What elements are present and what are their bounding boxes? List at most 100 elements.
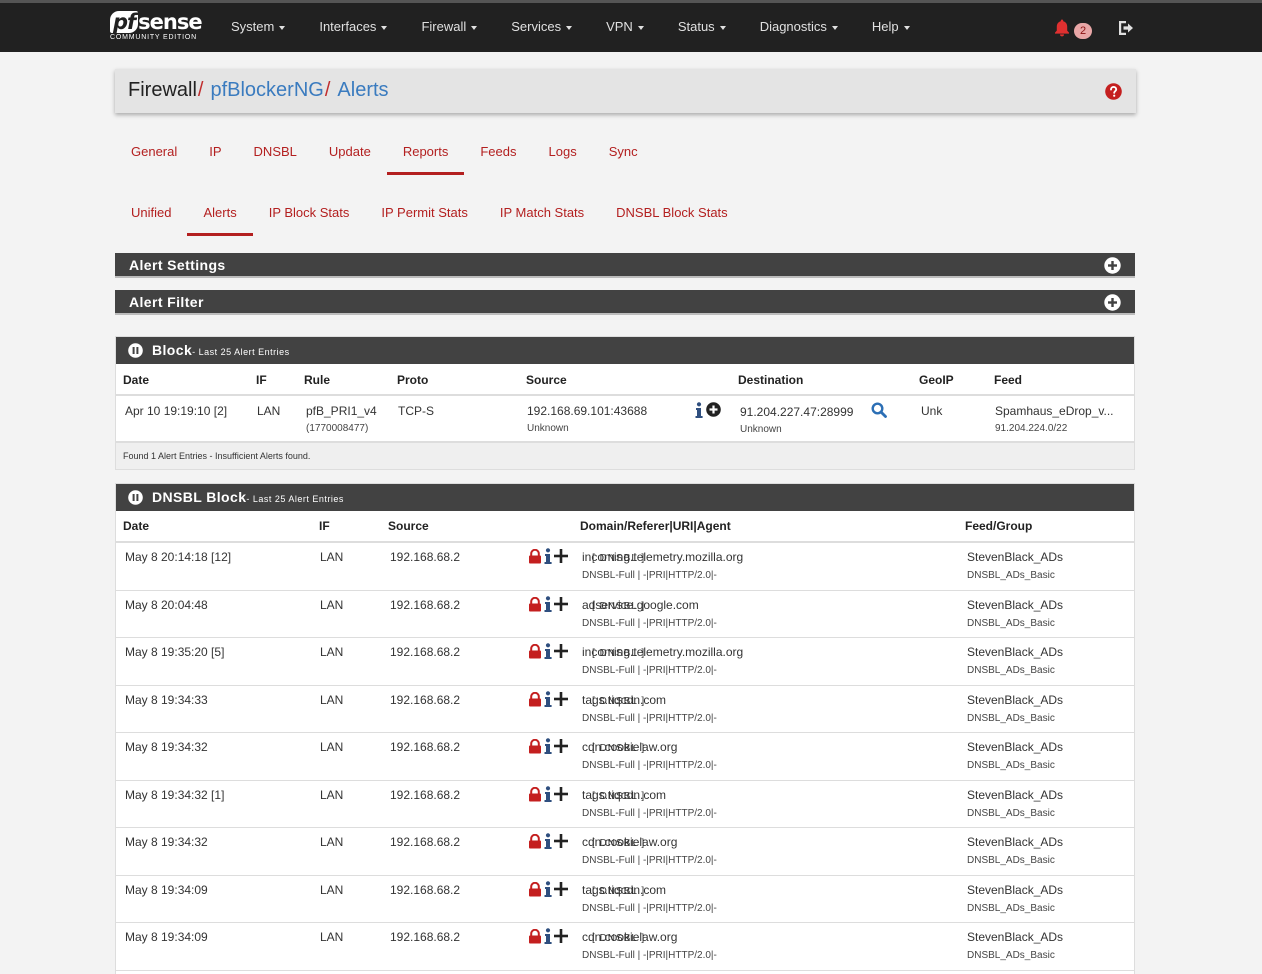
menu-firewall-label: Firewall	[421, 19, 467, 34]
lock-icon[interactable]	[528, 786, 542, 802]
menu-system[interactable]: System	[214, 3, 302, 52]
info-icon[interactable]	[544, 785, 552, 802]
plus-circle-icon[interactable]	[706, 402, 721, 417]
plus-icon[interactable]	[554, 834, 568, 848]
row-domain: tags.tiqcdn.com [ DNSBL ]	[582, 693, 666, 707]
plus-circle-icon[interactable]	[1104, 257, 1121, 274]
menu-diagnostics[interactable]: Diagnostics	[743, 3, 855, 52]
col-if[interactable]: IF	[319, 519, 330, 533]
col-date[interactable]: Date	[123, 373, 149, 387]
row-domain-name[interactable]: adservice.google.com	[582, 598, 699, 612]
lock-icon[interactable]	[528, 596, 542, 612]
col-rule[interactable]: Rule	[304, 373, 330, 387]
row-domain-name[interactable]: tags.tiqcdn.com	[582, 883, 666, 897]
menu-services[interactable]: Services	[494, 3, 589, 52]
plus-icon[interactable]	[554, 644, 568, 658]
tab-alerts[interactable]: Alerts	[187, 193, 253, 236]
plus-icon[interactable]	[554, 549, 568, 563]
info-icon[interactable]	[544, 548, 552, 564]
alert-settings-panel[interactable]: Alert Settings	[115, 253, 1135, 278]
tab-dnsbl-block-stats[interactable]: DNSBL Block Stats	[600, 193, 744, 233]
tab-reports[interactable]: Reports	[386, 132, 465, 175]
row-domain-name[interactable]: cdn.cookielaw.org	[582, 930, 677, 944]
plus-icon[interactable]	[554, 786, 568, 801]
row-domain-name[interactable]: tags.tiqcdn.com	[582, 693, 666, 707]
lock-icon[interactable]	[528, 739, 542, 754]
tab-update[interactable]: Update	[313, 132, 387, 172]
help-icon[interactable]	[1105, 83, 1122, 100]
col-if[interactable]: IF	[256, 373, 267, 387]
row-if: LAN	[320, 835, 344, 849]
info-icon[interactable]	[544, 880, 552, 897]
search-icon[interactable]	[871, 402, 887, 418]
col-proto[interactable]: Proto	[397, 373, 428, 387]
plus-icon[interactable]	[554, 739, 568, 753]
tab-feeds[interactable]: Feeds	[464, 132, 532, 172]
block-if: LAN	[257, 404, 281, 418]
table-row: May 8 19:34:32 [1] LAN 192.168.68.2 tags…	[116, 781, 1134, 828]
pfsense-logo[interactable]: pf sense COMMUNITY EDITION	[110, 11, 203, 41]
col-domain[interactable]: Domain/Referer|URI|Agent	[580, 519, 731, 533]
block-rule-id: (1770008477)	[306, 423, 369, 434]
row-domain-name[interactable]: incoming.telemetry.mozilla.org	[582, 550, 743, 564]
row-domain-name[interactable]: cdn.cookielaw.org	[582, 740, 677, 754]
menu-firewall[interactable]: Firewall	[404, 3, 494, 52]
col-feed[interactable]: Feed	[994, 373, 1022, 387]
menu-help-label: Help	[871, 19, 899, 34]
notification-count-badge: 2	[1074, 23, 1092, 39]
tab-ip-block-stats[interactable]: IP Block Stats	[253, 193, 366, 233]
breadcrumb-pfblockerng[interactable]: pfBlockerNG	[210, 79, 323, 101]
tab-ip-match-stats[interactable]: IP Match Stats	[484, 193, 600, 233]
plus-circle-icon[interactable]	[1104, 294, 1121, 311]
col-geoip[interactable]: GeoIP	[919, 373, 954, 387]
col-source[interactable]: Source	[388, 519, 429, 533]
lock-icon[interactable]	[528, 644, 542, 659]
info-icon[interactable]	[695, 402, 703, 418]
block-source: 192.168.69.101:43688	[527, 404, 648, 418]
menu-help[interactable]: Help	[855, 3, 927, 52]
block-alerts-panel: Block- Last 25 Alert Entries Date IF Rul…	[115, 336, 1135, 470]
menu-status[interactable]: Status	[661, 3, 743, 52]
lock-icon[interactable]	[528, 691, 542, 707]
notifications-button[interactable]: 2	[1054, 17, 1094, 39]
col-destination[interactable]: Destination	[738, 373, 803, 387]
logout-button[interactable]	[1118, 20, 1136, 38]
info-icon[interactable]	[544, 595, 552, 612]
tab-logs[interactable]: Logs	[533, 132, 593, 172]
col-source[interactable]: Source	[526, 373, 567, 387]
pause-icon[interactable]	[128, 343, 143, 358]
lock-icon[interactable]	[528, 549, 542, 564]
info-icon[interactable]	[544, 643, 552, 659]
plus-icon[interactable]	[554, 691, 568, 706]
info-icon[interactable]	[544, 738, 552, 754]
block-rule[interactable]: pfB_PRI1_v4	[306, 404, 377, 418]
plus-icon[interactable]	[554, 596, 568, 611]
lock-icon[interactable]	[528, 881, 542, 897]
info-icon[interactable]	[544, 928, 552, 944]
tab-general[interactable]: General	[115, 132, 193, 172]
info-icon[interactable]	[544, 833, 552, 849]
breadcrumb-panel: Firewall/pfBlockerNG/Alerts	[115, 69, 1136, 113]
tab-sync[interactable]: Sync	[593, 132, 654, 172]
row-domain-name[interactable]: incoming.telemetry.mozilla.org	[582, 645, 743, 659]
lock-icon[interactable]	[528, 834, 542, 849]
plus-icon[interactable]	[554, 929, 568, 943]
info-icon[interactable]	[544, 690, 552, 707]
row-if: LAN	[320, 692, 344, 707]
row-domain-name[interactable]: cdn.cookielaw.org	[582, 835, 677, 849]
menu-interfaces[interactable]: Interfaces	[302, 3, 404, 52]
tab-ip-permit-stats[interactable]: IP Permit Stats	[365, 193, 483, 233]
plus-icon[interactable]	[554, 881, 568, 896]
tab-ip[interactable]: IP	[193, 132, 237, 172]
pause-icon[interactable]	[128, 490, 143, 505]
lock-icon[interactable]	[528, 929, 542, 944]
tab-unified[interactable]: Unified	[115, 193, 187, 233]
breadcrumb-alerts[interactable]: Alerts	[337, 79, 388, 101]
menu-vpn[interactable]: VPN	[589, 3, 661, 52]
row-domain-name[interactable]: tags.tiqcdn.com	[582, 788, 666, 802]
alert-filter-panel[interactable]: Alert Filter	[115, 290, 1135, 315]
col-feed-group[interactable]: Feed/Group	[965, 519, 1032, 533]
tab-dnsbl[interactable]: DNSBL	[238, 132, 313, 172]
col-date[interactable]: Date	[123, 519, 149, 533]
row-detail: DNSBL-Full | -|PRI|HTTP/2.0|-	[582, 855, 717, 866]
